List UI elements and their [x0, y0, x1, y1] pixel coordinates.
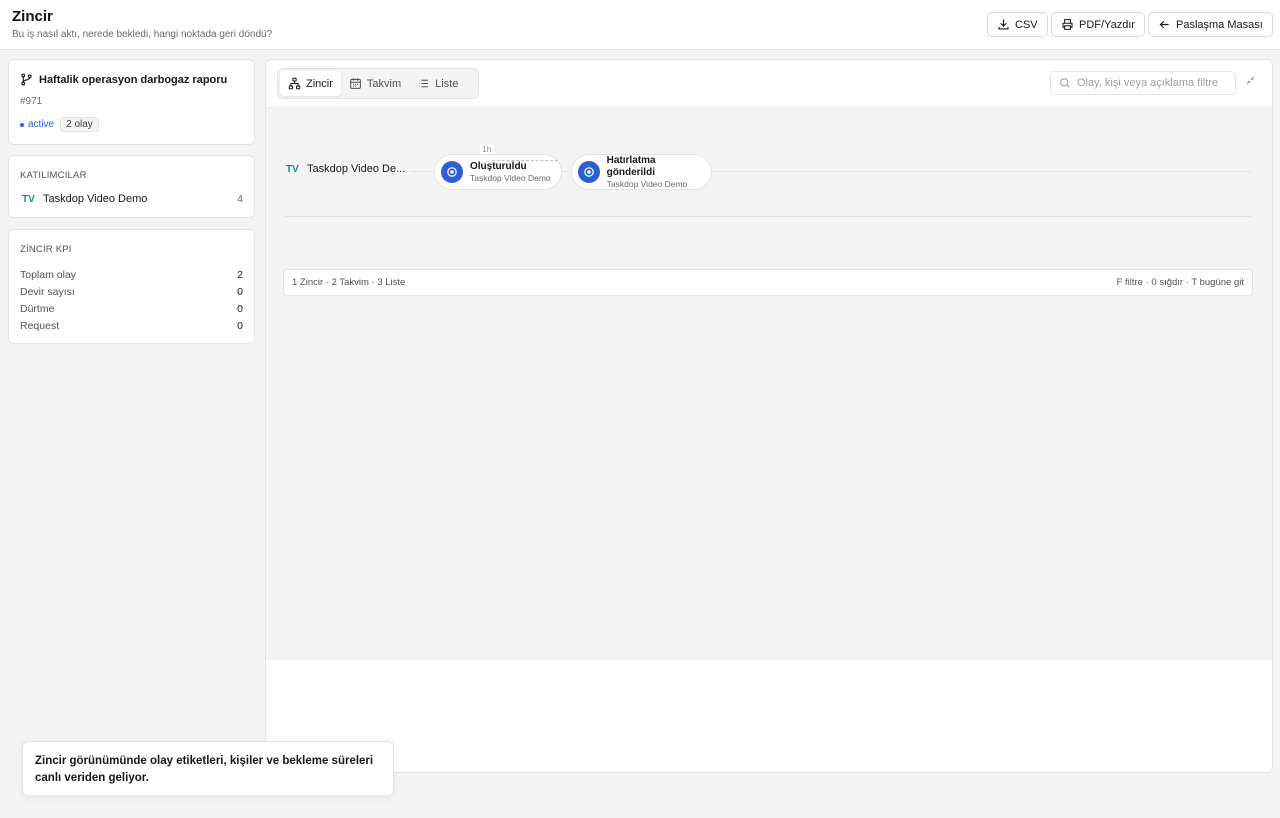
- csv-button[interactable]: CSV: [987, 12, 1048, 37]
- view-tabs: Zincir Takvim Liste: [277, 68, 479, 99]
- git-branch-icon: [21, 73, 32, 86]
- kpi-label: Devir sayısı: [20, 285, 75, 298]
- tab-calendar[interactable]: Takvim: [341, 71, 409, 96]
- event-count-badge: 2 olay: [60, 117, 99, 132]
- participants-card: KATILIMCILAR TV Taskdop Video Demo 4: [8, 155, 255, 218]
- status-label: active: [28, 119, 55, 130]
- status-badge: active: [20, 119, 54, 130]
- kpi-value: 0: [237, 302, 243, 315]
- kpi-row-total-events: Toplam olay 2: [20, 266, 243, 283]
- kpi-label: Request: [20, 319, 60, 332]
- wait-connector: [492, 160, 558, 161]
- event-node-reminder-sent[interactable]: Hatırlatma gönderildi Taskdop Video Demo: [571, 154, 712, 190]
- kpi-row-handoffs: Devir sayısı 0: [20, 283, 243, 300]
- event-circle-icon: [441, 161, 463, 183]
- collapse-icon[interactable]: [1246, 76, 1255, 88]
- search-icon: [1060, 78, 1070, 88]
- event-person: Taskdop Video Demo: [470, 172, 551, 183]
- back-button-label: Paslaşma Masası: [1176, 18, 1263, 31]
- participant-item[interactable]: TV Taskdop Video Demo 4: [22, 193, 243, 205]
- kpi-row-requests: Request 0: [20, 317, 243, 334]
- info-toast: Zincir görünümünde olay etiketleri, kişi…: [22, 741, 394, 796]
- thread-title: Haftalik operasyon darbogaz raporu: [39, 73, 228, 86]
- chain-kpi-card: ZİNCİR KPI Toplam olay 2 Devir sayısı 0 …: [8, 229, 255, 344]
- download-icon: [998, 19, 1009, 30]
- tab-chain[interactable]: Zincir: [280, 71, 341, 96]
- participant-initials: TV: [22, 193, 35, 205]
- thread-summary-card: Haftalik operasyon darbogaz raporu #971 …: [8, 59, 255, 145]
- list-icon: [419, 79, 429, 88]
- chain-icon: [288, 77, 301, 90]
- tab-label: Liste: [435, 77, 459, 90]
- tab-label: Zincir: [306, 77, 333, 90]
- kpi-label: Toplam olay: [20, 268, 77, 281]
- shortcuts-right: F filtre · 0 sığdır · T bugüne git: [1116, 277, 1244, 288]
- page-title: Zincir: [12, 8, 53, 25]
- event-person: Taskdop Video Demo: [606, 178, 688, 189]
- event-circle-icon: [578, 161, 600, 183]
- printer-icon: [1062, 19, 1073, 30]
- keyboard-shortcuts-bar: 1 Zincir · 2 Takvim · 3 Liste F filtre ·…: [283, 269, 1253, 296]
- csv-button-label: CSV: [1015, 18, 1038, 31]
- tab-list[interactable]: Liste: [409, 71, 466, 96]
- wait-duration-label: 1h: [480, 144, 494, 154]
- participants-heading: KATILIMCILAR: [20, 170, 87, 181]
- shortcuts-left: 1 Zincir · 2 Takvim · 3 Liste: [292, 277, 406, 288]
- thread-id: #971: [20, 96, 43, 107]
- event-title: Oluşturuldu: [470, 160, 527, 172]
- event-title: Hatırlatma gönderildi: [606, 154, 656, 178]
- lane-name: Taskdop Video De...: [307, 163, 406, 175]
- lane-participant: TV Taskdop Video De...: [286, 163, 412, 175]
- chain-main-panel: Zincir Takvim Liste TV Taskdop Video De.…: [265, 59, 1273, 773]
- page-subtitle: Bu iş nasıl aktı, nerede bekledi, hangi …: [12, 29, 273, 40]
- back-to-board-button[interactable]: Paslaşma Masası: [1148, 12, 1273, 37]
- kpi-row-nudges: Dürtme 0: [20, 300, 243, 317]
- kpi-value: 2: [237, 268, 243, 281]
- calendar-icon: [349, 78, 361, 89]
- arrow-left-icon: [1159, 20, 1169, 29]
- pdf-print-button[interactable]: PDF/Yazdır: [1051, 12, 1146, 37]
- lane-initials: TV: [286, 163, 299, 175]
- pdf-button-label: PDF/Yazdır: [1079, 18, 1136, 31]
- status-dot-icon: [20, 122, 24, 127]
- kpi-heading: ZİNCİR KPI: [20, 244, 72, 255]
- page-header: Zincir Bu iş nasıl aktı, nerede bekledi,…: [0, 0, 1280, 50]
- kpi-label: Dürtme: [20, 302, 55, 315]
- participant-count: 4: [237, 193, 243, 205]
- participant-name: Taskdop Video Demo: [43, 193, 148, 205]
- kpi-value: 0: [237, 285, 243, 298]
- event-filter-search[interactable]: [1050, 71, 1236, 95]
- tab-label: Takvim: [366, 77, 402, 90]
- kpi-value: 0: [237, 319, 243, 332]
- search-input[interactable]: [1077, 77, 1232, 89]
- participant-lane: TV Taskdop Video De... Oluşturuldu Taskd…: [284, 144, 1252, 218]
